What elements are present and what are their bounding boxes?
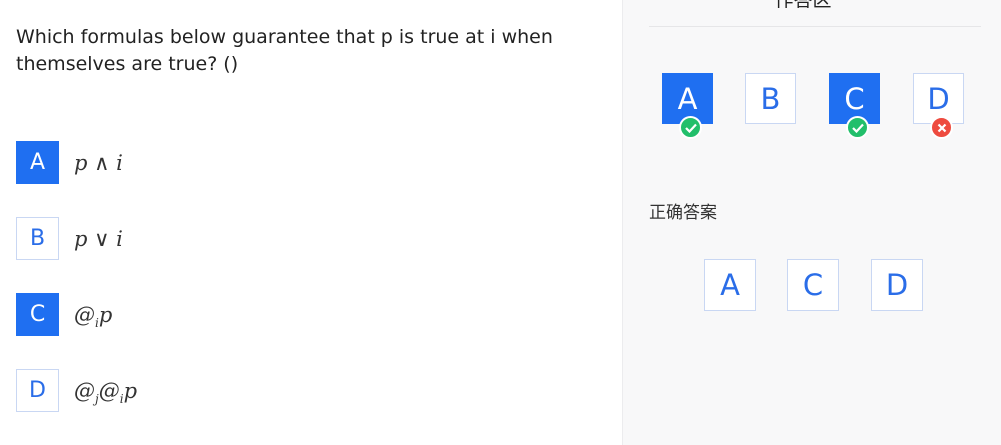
option-c-formula: @ip [74,302,113,329]
answer-choice-label: B [760,81,781,116]
option-c[interactable]: C @ip [16,293,112,336]
answer-panel-title: 作答区 [774,0,832,11]
answer-choice-d[interactable]: D [913,73,964,139]
option-b[interactable]: B p ∨ i [16,217,123,260]
option-d[interactable]: D @j@ip [16,369,137,412]
proposition: p [123,378,138,403]
question-text: Which formulas below guarantee that p is… [16,26,553,75]
proposition: p [98,302,113,327]
at-operator: @ [98,378,120,403]
option-a-formula: p ∧ i [74,150,123,175]
divider [649,26,981,27]
answer-choice-label: C [844,81,865,116]
at-operator: @ [74,378,95,403]
option-a[interactable]: A p ∧ i [16,141,123,184]
answer-choice-label: D [927,81,950,116]
answer-choice-label: A [677,81,698,116]
option-a-badge[interactable]: A [16,141,59,184]
option-d-formula: @j@ip [74,378,138,405]
answer-choice-a[interactable]: A [662,73,713,139]
option-c-badge[interactable]: C [16,293,59,336]
check-icon [846,116,869,139]
correct-answer-label: 正确答案 [649,203,717,223]
answer-panel: 作答区 A B C D 正确答案 A C D [622,0,1001,445]
answer-choice-c[interactable]: C [829,73,880,139]
at-operator: @ [74,302,95,327]
check-icon [679,116,702,139]
option-b-formula: p ∨ i [74,226,123,251]
option-d-badge[interactable]: D [16,369,59,412]
answer-choice-b[interactable]: B [745,73,796,124]
correct-answer-c: C [787,259,839,311]
correct-answer-d: D [871,259,923,311]
correct-answer-a: A [704,259,756,311]
option-b-badge[interactable]: B [16,217,59,260]
question-area: Which formulas below guarantee that p is… [0,0,622,445]
cross-icon [930,116,953,139]
